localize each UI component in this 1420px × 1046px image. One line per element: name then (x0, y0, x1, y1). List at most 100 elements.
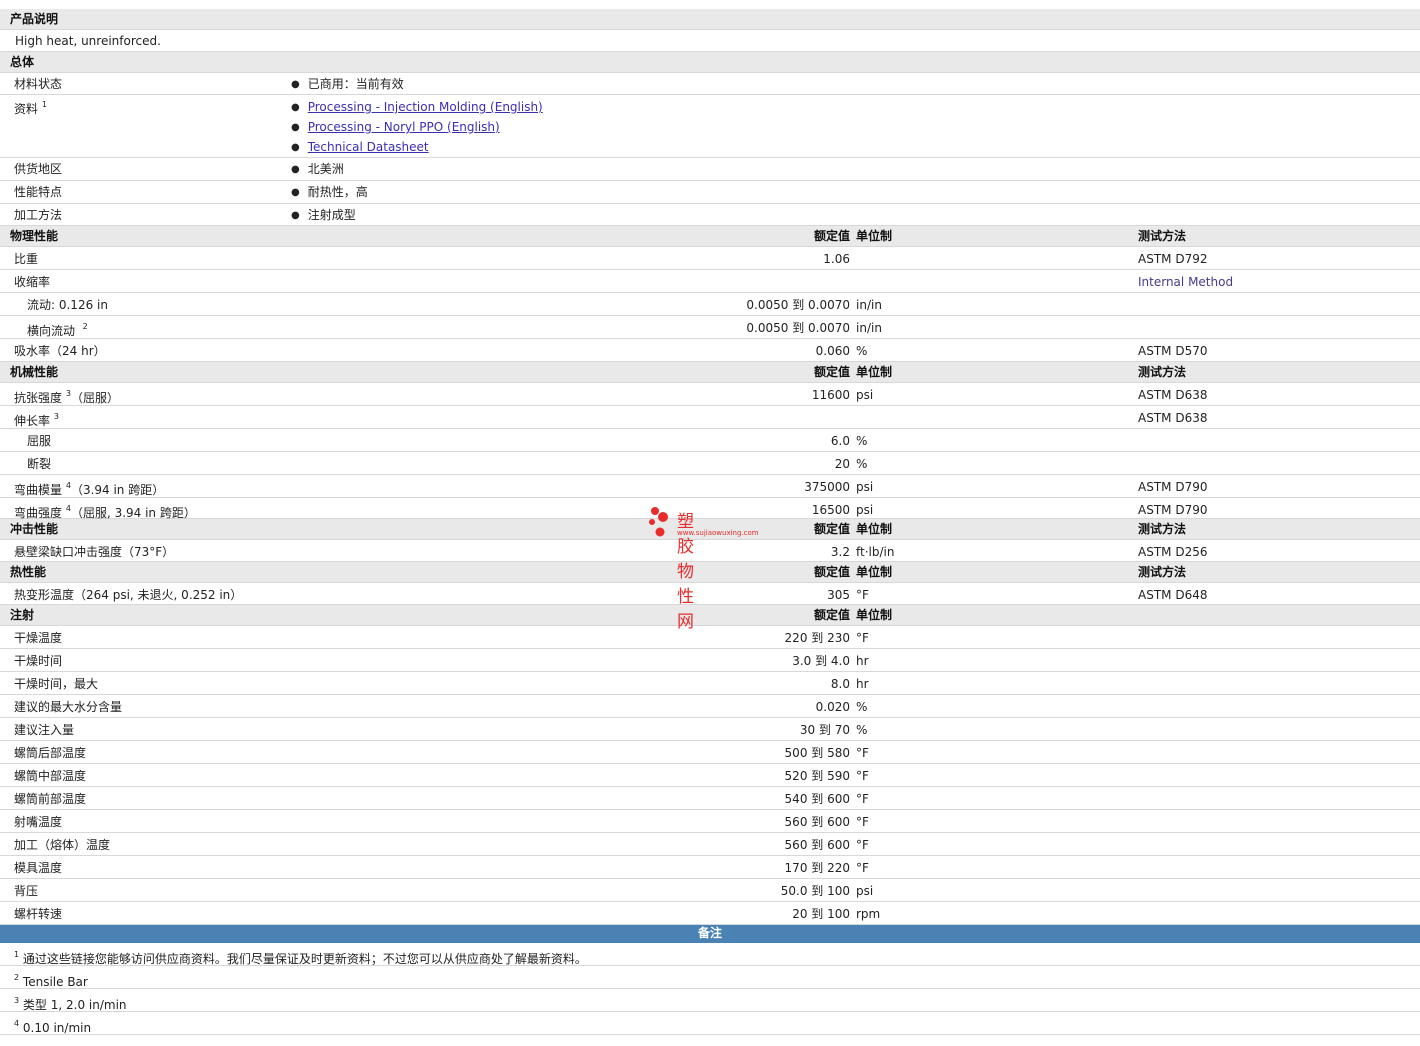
row-label: 资料 1 (14, 100, 47, 116)
note-text: 4 0.10 in/min (14, 1019, 92, 1035)
row-value: 560 到 600 (784, 838, 850, 852)
row-unit: in/in (856, 298, 882, 312)
row-test: ASTM D648 (1138, 588, 1208, 602)
row-label: 干燥时间 (14, 654, 63, 668)
injection-row: 干燥时间 3.0 到 4.0 hr (0, 649, 1420, 672)
footnote-ref: 3 (14, 996, 20, 1005)
row-value: 375000 (804, 480, 850, 494)
row-unit: % (856, 723, 868, 737)
prop-row: 热变形温度（264 psi, 未退火, 0.252 in） 305 °F AST… (0, 583, 1420, 605)
doc-link-item[interactable]: Processing - Injection Molding (English) (291, 100, 543, 114)
prop-row: 收缩率 Internal Method (0, 270, 1420, 293)
prop-row: 屈服 6.0 % (0, 429, 1420, 452)
injection-row: 建议的最大水分含量 0.020% (0, 695, 1420, 718)
row-label: 吸水率（24 hr） (14, 344, 106, 358)
row-unit: hr (856, 654, 869, 668)
section-physical: 物理性能 额定值 单位制 测试方法 (0, 226, 1420, 247)
general-method-row: 加工方法 注射成型 (0, 204, 1420, 226)
row-label: 干燥时间，最大 (14, 677, 99, 691)
footnote-ref: 1 (14, 950, 20, 959)
col-header-test: 测试方法 (1138, 229, 1187, 243)
row-unit: % (856, 700, 868, 714)
row-value: 3.2 (830, 545, 850, 559)
row-label: 螺筒中部温度 (14, 769, 87, 783)
row-label: 悬壁梁缺口冲击强度（73°F） (14, 545, 175, 559)
row-value: 170 到 220 (784, 861, 850, 875)
section-description: 产品说明 (0, 9, 1420, 30)
prop-row: 断裂 20 % (0, 452, 1420, 475)
general-region-row: 供货地区 北美洲 (0, 158, 1420, 181)
col-header-unit: 单位制 (856, 608, 893, 622)
watermark-logo: 塑胶物性网 www.sujiaowuxing.com (647, 505, 759, 632)
row-unit: ft·lb/in (856, 545, 895, 559)
footnote-ref: 3 (65, 389, 71, 398)
injection-row: 干燥温度 220 到 230 °F (0, 626, 1420, 649)
injection-row: 螺筒中部温度 520 到 590 °F (0, 764, 1420, 787)
doc-link[interactable]: Processing - Noryl PPO (English) (308, 120, 500, 134)
doc-link-item[interactable]: Technical Datasheet (291, 140, 429, 154)
row-unit: rpm (856, 907, 881, 921)
row-label: 屈服 (27, 434, 52, 448)
row-value: 305 (827, 588, 850, 602)
general-status-row: 材料状态 已商用：当前有效 (0, 73, 1420, 95)
prop-row: 抗张强度 3（屈服） 11600 psi ASTM D638 (0, 383, 1420, 406)
row-value: 520 到 590 (784, 769, 850, 783)
row-value: 1.06 (823, 252, 850, 266)
footnote-ref: 1 (41, 100, 47, 109)
row-label: 比重 (14, 252, 39, 266)
row-unit: °F (856, 815, 869, 829)
row-unit: in/in (856, 321, 882, 335)
prop-row: 悬壁梁缺口冲击强度（73°F） 3.2 ft·lb/in ASTM D256 (0, 540, 1420, 562)
row-value: 已商用：当前有效 (291, 73, 404, 97)
row-test: ASTM D792 (1138, 252, 1208, 266)
col-header-rated: 额定值 (813, 522, 850, 536)
row-unit: °F (856, 769, 869, 783)
doc-link[interactable]: Processing - Injection Molding (English) (308, 100, 543, 114)
col-header-test: 测试方法 (1138, 365, 1187, 379)
injection-row: 模具温度 170 到 220 °F (0, 856, 1420, 879)
prop-row: 弯曲强度 4（屈服, 3.94 in 跨距） 16500 psi ASTM D7… (0, 498, 1420, 520)
row-unit: °F (856, 746, 869, 760)
note-row: 3 类型 1, 2.0 in/min (0, 989, 1420, 1012)
injection-row: 螺筒前部温度 540 到 600 °F (0, 787, 1420, 810)
row-test: ASTM D790 (1138, 480, 1208, 494)
row-value: 8.0 (830, 677, 850, 691)
row-value: 500 到 580 (784, 746, 850, 760)
doc-link[interactable]: Technical Datasheet (308, 140, 429, 154)
col-header-rated: 额定值 (813, 229, 850, 243)
row-value: 注射成型 (291, 204, 356, 228)
row-test: ASTM D638 (1138, 388, 1208, 402)
footnote-ref: 3 (53, 412, 59, 421)
row-label: 材料状态 (14, 77, 63, 91)
injection-row: 建议注入量 30 到 70% (0, 718, 1420, 741)
general-docs-row: 资料 1 Processing - Injection Molding (Eng… (0, 95, 1420, 158)
row-label: 断裂 (27, 457, 52, 471)
note-row: 1 通过这些链接您能够访问供应商资料。我们尽量保证及时更新资料；不过您可以从供应… (0, 943, 1420, 966)
section-title: 注射 (10, 608, 35, 622)
row-value: 0.060 (815, 344, 850, 358)
notes-title: 备注 (697, 926, 722, 940)
footnote-ref: 4 (65, 504, 71, 513)
footnote-ref: 4 (65, 481, 71, 490)
row-value: 3.0 到 4.0 (792, 654, 850, 668)
injection-row: 加工（熔体）温度 560 到 600 °F (0, 833, 1420, 856)
section-mechanical: 机械性能 额定值 单位制 测试方法 (0, 362, 1420, 383)
description-row: High heat, unreinforced. (0, 30, 1420, 52)
row-value: 560 到 600 (784, 815, 850, 829)
row-unit: % (856, 434, 868, 448)
injection-row: 背压 50.0 到 100 psi (0, 879, 1420, 902)
row-unit: psi (856, 388, 874, 402)
col-header-rated: 额定值 (813, 608, 850, 622)
injection-row: 射嘴温度 560 到 600 °F (0, 810, 1420, 833)
row-value: 50.0 到 100 (780, 884, 850, 898)
col-header-unit: 单位制 (856, 565, 893, 579)
row-test: ASTM D638 (1138, 411, 1208, 425)
notes-header: 备注 (0, 925, 1420, 943)
row-value: 20 (834, 457, 850, 471)
note-row: 2 Tensile Bar (0, 966, 1420, 989)
doc-link-item[interactable]: Processing - Noryl PPO (English) (291, 120, 500, 134)
col-header-unit: 单位制 (856, 229, 893, 243)
section-general: 总体 (0, 52, 1420, 73)
row-label: 背压 (14, 884, 39, 898)
col-header-unit: 单位制 (856, 365, 893, 379)
